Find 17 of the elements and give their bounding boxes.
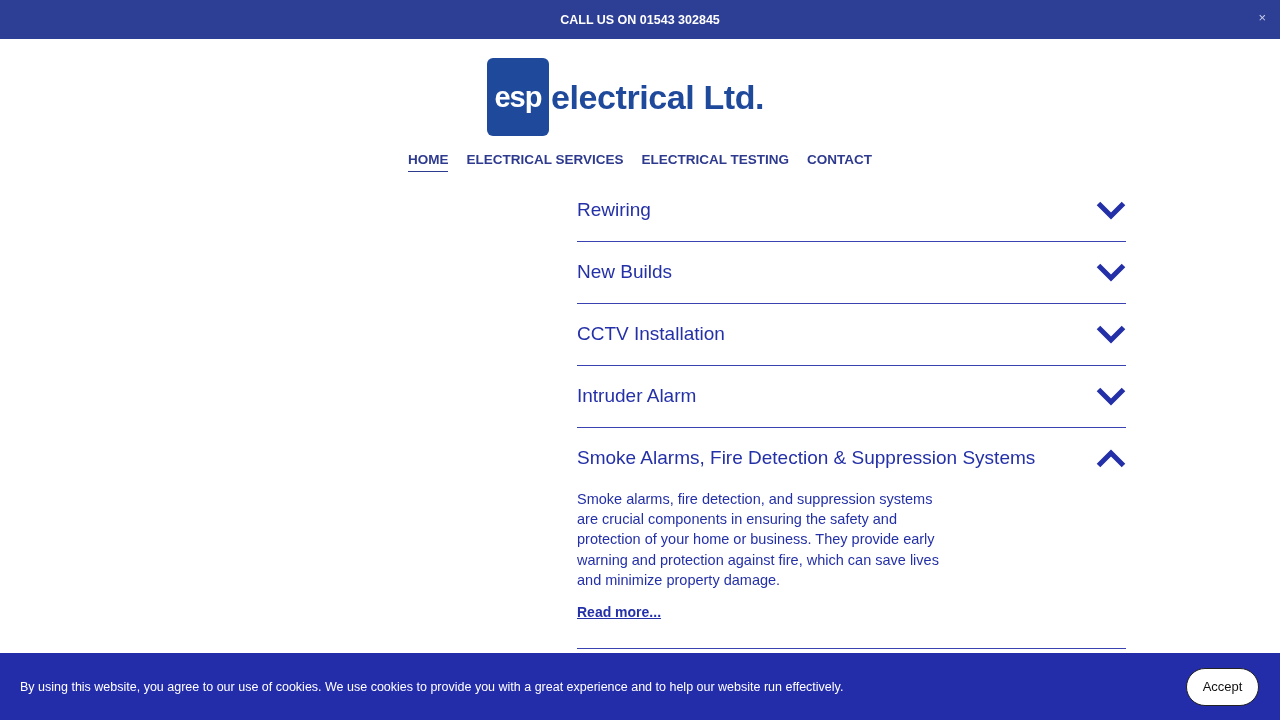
nav-link[interactable]: ELECTRICAL SERVICES bbox=[466, 150, 624, 172]
read-more-link[interactable]: Read more... bbox=[577, 602, 662, 622]
accordion-body-text: Smoke alarms, fire detection, and suppression systems are crucial components in ensuring the safety and protection of your home or business. They provide early warning and protection against fire, which can save lives and minimize property damage. bbox=[577, 490, 940, 590]
nav-link[interactable]: ELECTRICAL TESTING bbox=[641, 150, 789, 172]
accordion-header[interactable]: Rewiring bbox=[577, 180, 1126, 241]
logo-mark: esp bbox=[486, 58, 549, 136]
accept-button[interactable]: Accept bbox=[1186, 667, 1259, 706]
accordion-header[interactable]: Intruder Alarm bbox=[577, 366, 1126, 427]
announcement-text: CALL US ON 01543 302845 bbox=[560, 12, 720, 27]
accordion-header[interactable]: CCTV Installation bbox=[577, 304, 1126, 365]
close-button[interactable]: × bbox=[1256, 10, 1268, 26]
accordion-header[interactable]: Smoke Alarms, Fire Detection & Suppression Systems bbox=[577, 428, 1126, 489]
logo-text: electrical Ltd. bbox=[550, 77, 765, 117]
nav-link[interactable]: CONTACT bbox=[807, 150, 872, 172]
nav-link[interactable]: HOME bbox=[407, 150, 449, 172]
cookie-text: By using this website, you agree to our use of cookies. We use cookies to provide you with a great experience and to help our website run effectively. bbox=[20, 679, 844, 694]
accordion-header[interactable]: New Builds bbox=[577, 242, 1126, 303]
